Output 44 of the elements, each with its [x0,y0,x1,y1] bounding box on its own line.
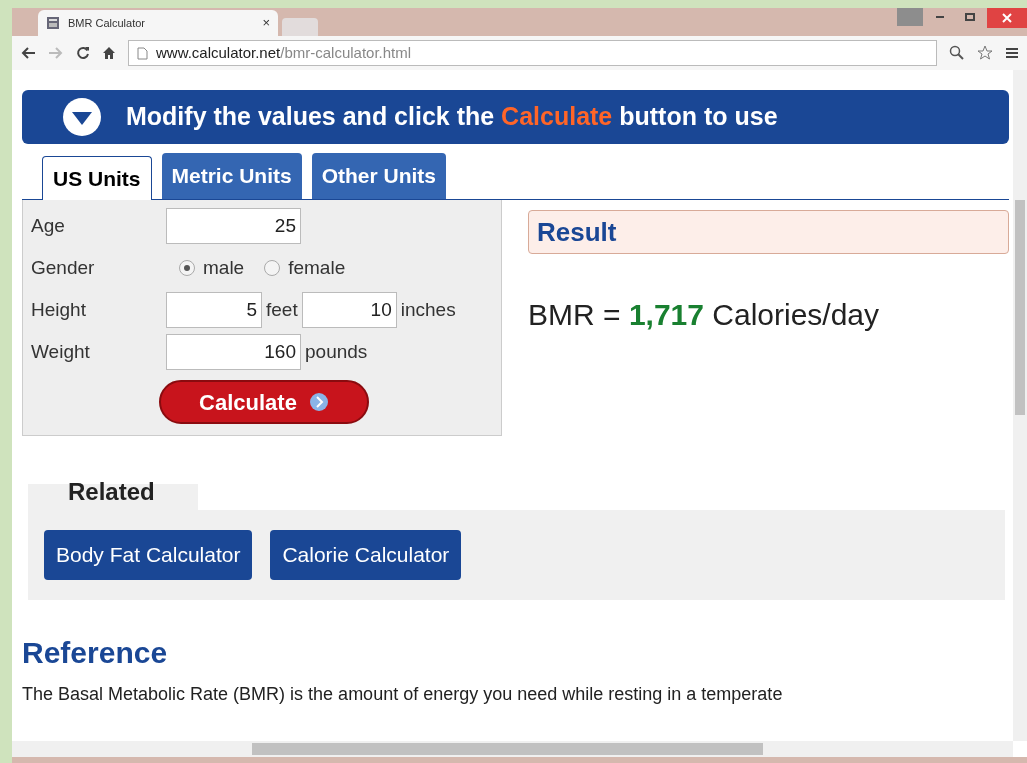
radio-label: female [288,255,346,280]
home-icon[interactable] [102,46,116,60]
banner-text: Modify the values and click the Calculate button to use [126,101,778,133]
calculate-button[interactable]: Calculate [159,380,369,424]
browser-tab[interactable]: BMR Calculator × [38,10,278,36]
star-icon[interactable] [977,45,993,61]
url-text: www.calculator.net/bmr-calculator.html [156,42,412,63]
radio-label: male [203,255,245,280]
menu-icon[interactable] [1005,46,1019,60]
weight-input[interactable]: 160 [166,334,301,370]
tab-title: BMR Calculator [68,15,147,31]
calculator-icon [46,16,60,30]
page-icon [137,46,148,60]
inches-input[interactable]: 10 [301,292,397,328]
back-arrow-icon[interactable] [20,46,36,60]
unit-label: pounds [305,339,368,364]
unit-tab[interactable]: US Units [42,156,152,200]
field-label: Age [31,213,66,238]
scrollbar-thumb[interactable] [1015,200,1025,415]
field-label: Height [31,297,87,322]
tab-close-button[interactable]: × [262,13,270,33]
result-heading: Result [537,215,617,249]
close-button[interactable] [987,8,1027,28]
bmr-result: BMR = 1,717 Calories/day [528,297,881,333]
field-label: Weight [31,339,91,364]
unit-tab[interactable]: Metric Units [161,153,302,199]
reference-text: The Basal Metabolic Rate (BMR) is the amount of energy you need while resting in a temperate [22,683,784,706]
reference-heading: Reference [22,635,169,671]
age-input[interactable]: 25 [166,208,301,244]
unit-label: feet [266,297,298,322]
unit-tab[interactable]: Other Units [311,153,447,199]
arrow-circle-icon [308,392,329,412]
field-label: Gender [31,255,96,280]
scrollbar-thumb[interactable] [252,743,763,755]
related-link[interactable]: Calorie Calculator [270,530,462,580]
related-link[interactable]: Body Fat Calculator [44,530,253,580]
feet-input[interactable]: 5 [166,292,262,328]
close-icon [1002,13,1012,23]
radio-button[interactable] [179,260,195,276]
address-bar[interactable]: www.calculator.net/bmr-calculator.html [128,40,937,66]
unit-label: inches [400,297,456,322]
zoom-icon[interactable] [949,45,965,61]
reload-icon[interactable] [76,46,90,60]
radio-button[interactable] [264,260,281,276]
